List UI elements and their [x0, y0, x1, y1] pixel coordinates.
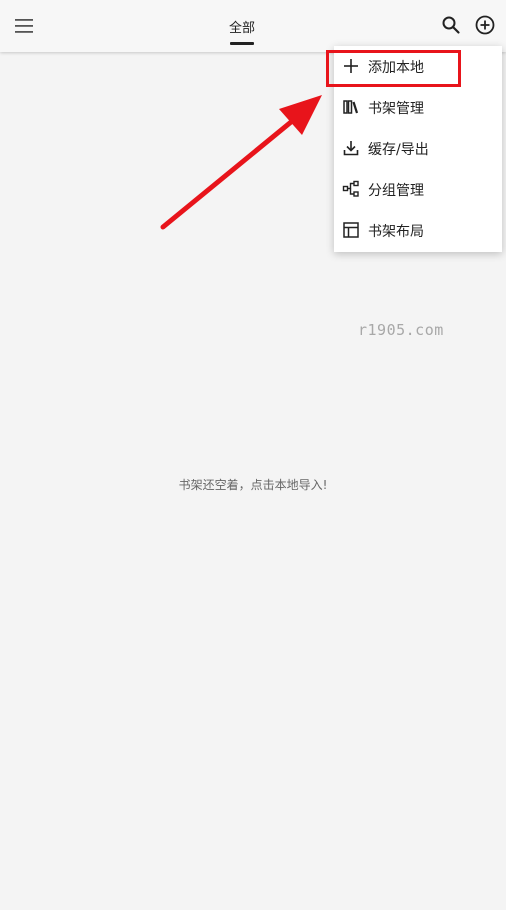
menu-item-label: 添加本地: [368, 60, 424, 76]
menu-item-cache-export[interactable]: 缓存/导出: [334, 128, 502, 169]
hamburger-menu-icon: [15, 19, 33, 33]
menu-item-label: 缓存/导出: [368, 142, 429, 158]
tab-all[interactable]: 全部: [222, 0, 262, 52]
empty-bookshelf-hint: 书架还空着，点击本地导入!: [178, 478, 328, 492]
plus-icon: [344, 59, 358, 73]
bookshelf-icon: [343, 100, 359, 114]
menu-item-bookshelf-manage[interactable]: 书架管理: [334, 87, 502, 128]
add-circle-icon: [475, 15, 495, 35]
add-button[interactable]: [473, 13, 497, 37]
group-tree-icon: [342, 180, 359, 197]
menu-item-bookshelf-layout[interactable]: 书架布局: [334, 210, 502, 251]
menu-item-group-manage[interactable]: 分组管理: [334, 169, 502, 210]
menu-button[interactable]: [12, 14, 36, 38]
tab-indicator: [230, 42, 254, 45]
watermark-text: r1905.com: [358, 321, 444, 339]
menu-item-label: 书架管理: [368, 101, 424, 117]
search-button[interactable]: [439, 13, 463, 37]
search-icon: [442, 16, 460, 34]
tab-all-label: 全部: [228, 21, 255, 36]
annotation-arrow: [160, 95, 322, 230]
menu-item-add-local[interactable]: 添加本地: [334, 46, 502, 87]
popup-menu: 添加本地 书架管理 缓存/导出 分组管理 书架布局: [334, 46, 502, 252]
layout-icon: [343, 222, 359, 238]
menu-item-label: 分组管理: [368, 183, 424, 199]
menu-item-label: 书架布局: [368, 224, 424, 240]
download-icon: [343, 141, 359, 156]
top-app-bar: 全部: [0, 0, 506, 52]
